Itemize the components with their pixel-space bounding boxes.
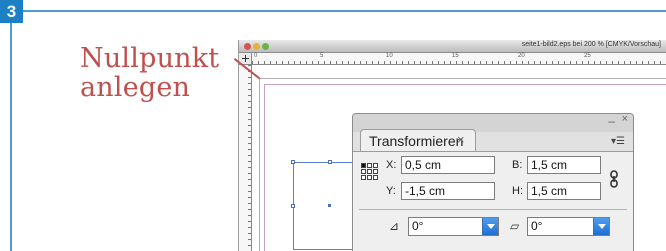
- window-zoom-button[interactable]: [262, 43, 269, 50]
- rotation-angle-select[interactable]: 0°: [408, 217, 499, 236]
- tab-transformieren[interactable]: Transformieren ×: [360, 129, 476, 151]
- ruler-number: 20: [518, 53, 525, 59]
- panel-divider: [359, 209, 627, 210]
- window-minimize-button[interactable]: [253, 43, 260, 50]
- reference-point-bottom-left[interactable]: [361, 175, 366, 180]
- frame-border-left: [10, 23, 12, 251]
- selection-handle[interactable]: [291, 160, 295, 164]
- ruler-number: 10: [386, 53, 393, 59]
- panel-minimize-button[interactable]: –: [608, 114, 615, 128]
- document-title: seite1-bild2.eps bei 200 % [CMYK/Vorscha…: [521, 41, 661, 48]
- margin-guide: [264, 84, 666, 85]
- panel-close-button[interactable]: ×: [622, 113, 628, 125]
- height-label: H:: [512, 185, 523, 197]
- frame-border-top: [23, 10, 666, 12]
- reference-point-bottom-center[interactable]: [367, 175, 372, 180]
- step-caption: Nullpunkt anlegen: [80, 44, 219, 102]
- constrain-proportions-icon[interactable]: [609, 170, 619, 188]
- selection-handle[interactable]: [328, 160, 332, 164]
- ruler-number: 15: [452, 53, 459, 59]
- reference-point-bottom-right[interactable]: [373, 175, 378, 180]
- chevron-down-icon[interactable]: [482, 218, 498, 235]
- ruler-number: 25: [584, 53, 591, 59]
- reference-point-middle-left[interactable]: [361, 169, 366, 174]
- width-field[interactable]: 1,5 cm: [527, 156, 601, 174]
- reference-point-top-right[interactable]: [373, 163, 378, 168]
- selection-handle[interactable]: [291, 204, 295, 208]
- window-close-button[interactable]: [244, 43, 251, 50]
- width-label: B:: [512, 159, 523, 171]
- x-position-field[interactable]: 0,5 cm: [401, 156, 495, 174]
- panel-tab-label: Transformieren: [369, 133, 464, 149]
- caption-line-2: anlegen: [80, 72, 191, 103]
- y-position-field[interactable]: -1,5 cm: [401, 182, 495, 200]
- center-point: [328, 204, 331, 207]
- reference-point-icon[interactable]: [361, 163, 379, 181]
- x-label: X:: [386, 159, 397, 171]
- rotation-angle-icon: ⊿: [389, 219, 400, 233]
- reference-point-top-center[interactable]: [367, 163, 372, 168]
- height-field[interactable]: 1,5 cm: [527, 182, 601, 200]
- shear-angle-value: 0°: [531, 219, 543, 233]
- reference-point-center[interactable]: [367, 169, 372, 174]
- step-number-badge: 3: [0, 0, 23, 23]
- ruler-number: 0: [254, 53, 258, 59]
- caption-line-1: Nullpunkt: [80, 43, 220, 74]
- horizontal-ruler[interactable]: 0 5 10 15 20 25: [252, 53, 666, 65]
- page-edge: [259, 78, 260, 251]
- reference-point-middle-right[interactable]: [373, 169, 378, 174]
- tutorial-frame: 3 Nullpunkt anlegen seite1-bild2.eps bei…: [0, 0, 666, 251]
- reference-point-top-left[interactable]: [361, 163, 366, 168]
- chevron-down-icon[interactable]: [593, 218, 609, 235]
- page-edge: [259, 78, 666, 79]
- y-label: Y:: [386, 185, 396, 197]
- margin-guide: [264, 84, 265, 251]
- document-titlebar: seite1-bild2.eps bei 200 % [CMYK/Vorscha…: [239, 40, 666, 53]
- tab-close-icon[interactable]: ×: [457, 132, 465, 147]
- panel-body: X: 0,5 cm Y: -1,5 cm B: 1,5 cm H: 1,5 cm…: [353, 151, 633, 251]
- transform-panel: – × Transformieren × ▾☰ X: 0,5 cm Y: -1,…: [352, 113, 634, 251]
- shear-angle-icon: ▱: [510, 219, 520, 233]
- rotation-angle-value: 0°: [412, 219, 424, 233]
- vertical-ruler[interactable]: [239, 65, 252, 251]
- panel-menu-icon[interactable]: ▾☰: [611, 136, 625, 147]
- shear-angle-select[interactable]: 0°: [527, 217, 610, 236]
- ruler-number: 5: [320, 53, 324, 59]
